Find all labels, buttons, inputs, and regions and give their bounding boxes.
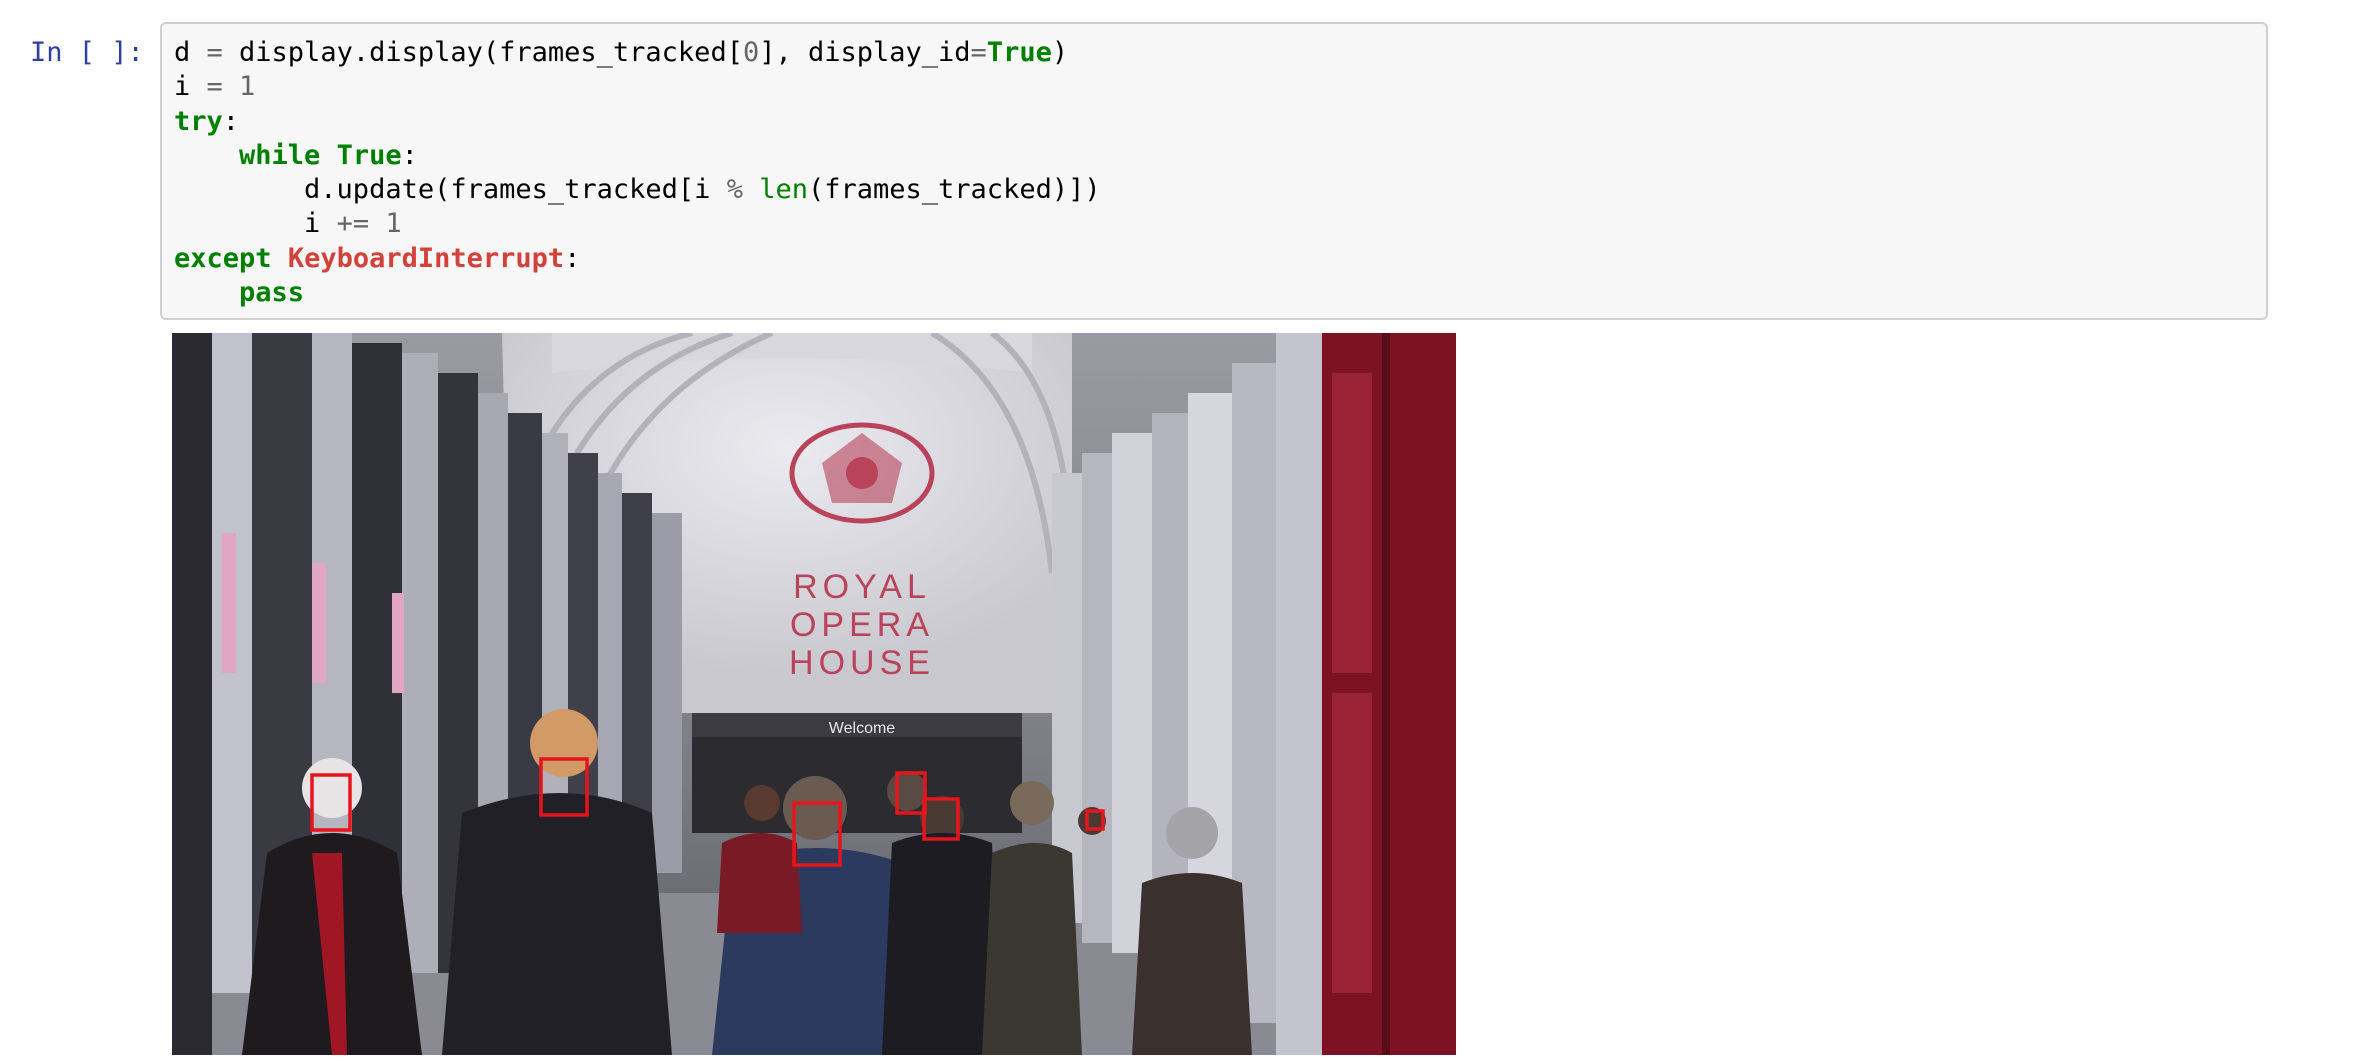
code-token: = [206,71,223,103]
code-token: (frames_tracked)]) [808,174,1101,206]
code-editor[interactable]: d = display.display(frames_tracked[0], d… [160,22,2268,320]
sign-line-3: HOUSE [789,644,935,682]
code-token: = [206,37,223,68]
code-token: % [726,174,743,206]
sign-line-1: ROYAL [793,568,931,606]
code-token: display.display(frames_tracked[ [222,37,743,68]
code-token: = [970,37,987,68]
code-token: i [174,208,337,240]
code-token: pass [239,277,305,309]
sign-text: ROYAL OPERA HOUSE [789,568,935,682]
code-token: d.update(frames_tracked[i [174,174,727,206]
code-token: i [174,71,207,103]
code-token: : [401,139,418,171]
sign-line-2: OPERA [790,606,934,644]
right-colonnade [1052,333,1456,1055]
code-token: d [174,37,207,68]
notebook-code-cell: In [ ]: d = display.display(frames_track… [0,0,2356,1062]
code-token: True [336,139,402,171]
code-token: KeyboardInterrupt [287,242,565,274]
code-token: 0 [742,37,760,68]
code-token: except [174,242,272,274]
code-token: len [759,174,808,206]
code-token: += [336,208,370,240]
code-token: 1 [222,71,256,103]
code-token: : [222,105,240,137]
code-token: ) [1051,37,1069,68]
code-token: 1 [369,208,402,240]
code-token: while [239,139,321,171]
code-token: try [174,105,223,137]
code-text: d = display.display(frames_tracked[0], d… [174,36,1101,310]
street-scene-image: ROYAL OPERA HOUSE Welcome [172,333,1456,1055]
output-video-frame: ROYAL OPERA HOUSE Welcome [172,333,1456,1055]
code-token: : [564,242,581,274]
code-token: True [986,37,1052,68]
welcome-sign: Welcome [829,720,895,737]
input-prompt: In [ ]: [30,37,144,68]
code-token: ], display_id [759,37,971,68]
